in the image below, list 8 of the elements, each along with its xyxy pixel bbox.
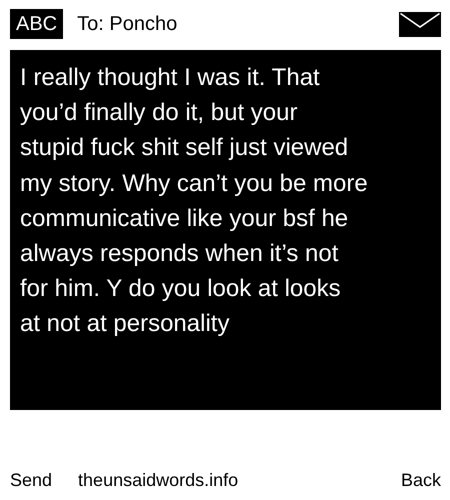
website-label: theunsaidwords.info: [78, 470, 238, 490]
message-box[interactable]: [10, 50, 441, 410]
input-mode-label: ABC: [10, 9, 64, 39]
recipient-label: To: Poncho: [77, 12, 178, 36]
send-button[interactable]: Send: [10, 470, 52, 490]
envelope-icon: [399, 12, 441, 36]
back-button[interactable]: Back: [400, 470, 441, 490]
message-text: I really thought I was it. That you’d finally do it, but your stupid fuck shit self just viewed my story. Why can’t you be more communicative like your bsf he always responds when it’s not for him. Y do you look at looks at not at personality: [20, 63, 369, 340]
